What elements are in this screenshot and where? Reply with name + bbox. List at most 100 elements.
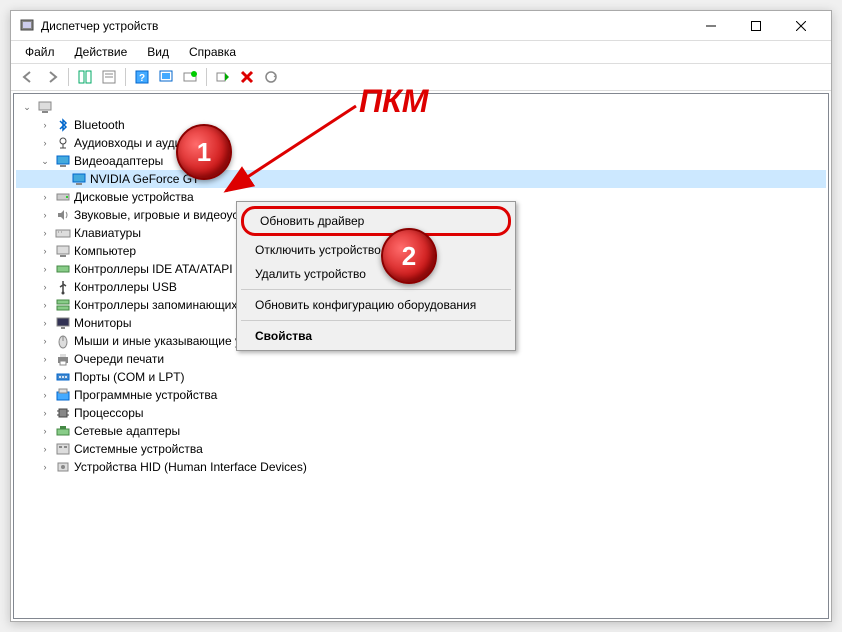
computer-icon: [37, 99, 53, 115]
ctx-update-config[interactable]: Обновить конфигурацию оборудования: [239, 293, 513, 317]
tree-category[interactable]: › Программные устройства: [16, 386, 826, 404]
expander-icon[interactable]: ›: [38, 352, 52, 366]
maximize-button[interactable]: [733, 12, 778, 40]
storage-icon: [55, 297, 71, 313]
tree-item-label: Сетевые адаптеры: [74, 422, 180, 440]
cpu-icon: [55, 405, 71, 421]
ctx-disable-device[interactable]: Отключить устройство: [239, 238, 513, 262]
expander-icon[interactable]: ›: [38, 316, 52, 330]
tree-item-label: Программные устройства: [74, 386, 217, 404]
expander-icon[interactable]: ›: [38, 136, 52, 150]
tree-category[interactable]: › Устройства HID (Human Interface Device…: [16, 458, 826, 476]
help-button[interactable]: ?: [131, 66, 153, 88]
tree-item-label: Компьютер: [74, 242, 136, 260]
tree-device[interactable]: NVIDIA GeForce GT: [16, 170, 826, 188]
device-tree[interactable]: ⌄ › Bluetooth › Аудиовходы и аудиовыходы…: [13, 93, 829, 619]
minimize-button[interactable]: [688, 12, 733, 40]
expander-icon[interactable]: ›: [38, 370, 52, 384]
expander-icon[interactable]: ›: [38, 298, 52, 312]
system-icon: [55, 441, 71, 457]
display-icon: [55, 153, 71, 169]
menu-help[interactable]: Справка: [181, 43, 244, 61]
computer-icon: [55, 243, 71, 259]
ctx-properties[interactable]: Свойства: [239, 324, 513, 348]
annotation-number: 1: [197, 137, 211, 168]
window-controls: [688, 12, 823, 40]
expander-icon[interactable]: ›: [38, 424, 52, 438]
show-hide-button[interactable]: [74, 66, 96, 88]
audio-icon: [55, 135, 71, 151]
refresh-button[interactable]: [260, 66, 282, 88]
annotation-circle-1: 1: [176, 124, 232, 180]
mouse-icon: [55, 333, 71, 349]
expander-icon[interactable]: ›: [38, 406, 52, 420]
tree-category[interactable]: › Порты (COM и LPT): [16, 368, 826, 386]
expander-icon[interactable]: ›: [38, 334, 52, 348]
tree-category[interactable]: › Системные устройства: [16, 440, 826, 458]
tree-item-label: Устройства HID (Human Interface Devices): [74, 458, 307, 476]
expander-icon[interactable]: ⌄: [20, 100, 34, 114]
tree-item-label: Bluetooth: [74, 116, 125, 134]
menu-action[interactable]: Действие: [67, 43, 136, 61]
tree-item-label: Клавиатуры: [74, 224, 141, 242]
expander-icon[interactable]: ›: [38, 208, 52, 222]
bluetooth-icon: [55, 117, 71, 133]
expander-icon[interactable]: ›: [38, 442, 52, 456]
app-icon: [19, 18, 35, 34]
ctx-separator: [241, 289, 511, 290]
close-button[interactable]: [778, 12, 823, 40]
expander-icon[interactable]: ›: [38, 280, 52, 294]
tree-item-label: Контроллеры IDE ATA/ATAPI: [74, 260, 233, 278]
tree-item-label: Системные устройства: [74, 440, 203, 458]
enable-button[interactable]: [212, 66, 234, 88]
ide-icon: [55, 261, 71, 277]
svg-text:?: ?: [139, 73, 145, 84]
tree-category[interactable]: ⌄ Видеоадаптеры: [16, 152, 826, 170]
expander-icon[interactable]: ⌄: [38, 154, 52, 168]
uninstall-button[interactable]: [236, 66, 258, 88]
sound-icon: [55, 207, 71, 223]
port-icon: [55, 369, 71, 385]
tree-item-label: Дисковые устройства: [74, 188, 194, 206]
menu-file[interactable]: Файл: [17, 43, 63, 61]
update-driver-button[interactable]: [179, 66, 201, 88]
expander-icon[interactable]: ›: [38, 226, 52, 240]
usb-icon: [55, 279, 71, 295]
tree-category[interactable]: › Сетевые адаптеры: [16, 422, 826, 440]
keyboard-icon: [55, 225, 71, 241]
annotation-number: 2: [402, 241, 416, 272]
tree-item-label: Видеоадаптеры: [74, 152, 163, 170]
scan-hardware-button[interactable]: [155, 66, 177, 88]
properties-button[interactable]: [98, 66, 120, 88]
tree-item-label: Контроллеры USB: [74, 278, 177, 296]
toolbar-separator: [125, 68, 126, 86]
tree-device-label: NVIDIA GeForce GT: [90, 170, 199, 188]
toolbar-separator: [206, 68, 207, 86]
expander-icon[interactable]: ›: [38, 244, 52, 258]
tree-item-label: Очереди печати: [74, 350, 164, 368]
software-icon: [55, 387, 71, 403]
back-button[interactable]: [17, 66, 39, 88]
tree-category[interactable]: › Аудиовходы и аудиовыходы: [16, 134, 826, 152]
annotation-circle-2: 2: [381, 228, 437, 284]
printer-icon: [55, 351, 71, 367]
forward-button[interactable]: [41, 66, 63, 88]
expander-icon[interactable]: ›: [38, 460, 52, 474]
tree-item-label: Процессоры: [74, 404, 144, 422]
expander-icon[interactable]: ›: [38, 262, 52, 276]
ctx-remove-device[interactable]: Удалить устройство: [239, 262, 513, 286]
hid-icon: [55, 459, 71, 475]
expander-icon[interactable]: ›: [38, 118, 52, 132]
tree-category[interactable]: › Процессоры: [16, 404, 826, 422]
device-manager-window: Диспетчер устройств Файл Действие Вид Сп…: [10, 10, 832, 622]
ctx-separator: [241, 320, 511, 321]
tree-category[interactable]: › Очереди печати: [16, 350, 826, 368]
tree-item-label: Порты (COM и LPT): [74, 368, 185, 386]
network-icon: [55, 423, 71, 439]
context-menu: Обновить драйвер Отключить устройство Уд…: [236, 201, 516, 351]
expander-icon[interactable]: ›: [38, 190, 52, 204]
menubar: Файл Действие Вид Справка: [11, 41, 831, 63]
expander-icon[interactable]: ›: [38, 388, 52, 402]
menu-view[interactable]: Вид: [139, 43, 177, 61]
ctx-update-driver[interactable]: Обновить драйвер: [241, 206, 511, 236]
